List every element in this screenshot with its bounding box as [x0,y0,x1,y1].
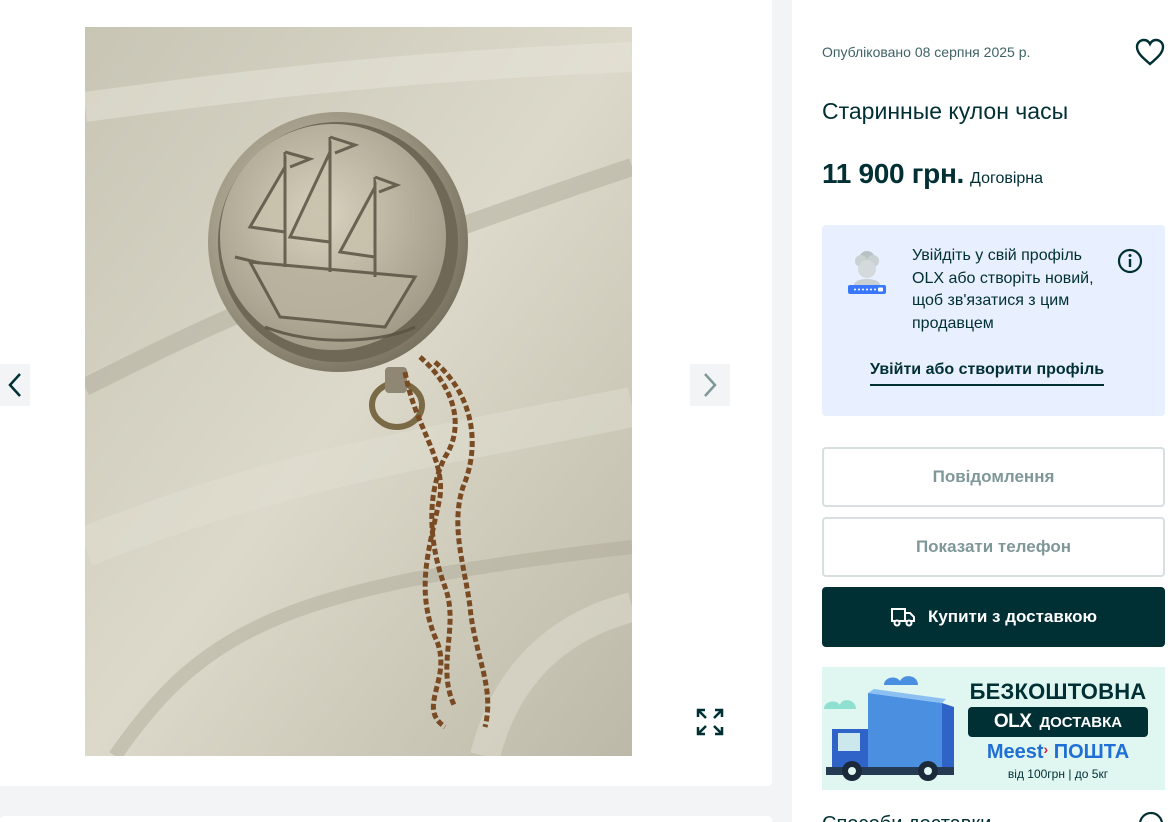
price-value: 11 900 грн. [822,158,965,189]
image-gallery [0,0,772,786]
next-section-card [0,816,772,822]
chevron-right-icon [704,373,717,397]
promo-partners: Meest› ПОШТА [986,741,1130,763]
favorite-button[interactable] [1134,36,1166,68]
promo-headline: БЕЗКОШТОВНА [969,679,1147,704]
buy-button-label: Купити з доставкою [927,607,1098,626]
post-logo: ПОШТА [1053,741,1130,763]
profile-illustration-icon [848,251,886,294]
truck-icon [890,608,915,627]
meest-logo: Meest [986,741,1044,763]
delivery-methods-header: Способи доставки [822,810,1165,822]
listing-title: Старинные кулон часы [822,98,1069,124]
info-icon [1117,248,1143,274]
buy-with-delivery-button[interactable]: Купити з доставкою [822,587,1165,647]
delivery-methods-title: Способи доставки [822,813,991,822]
price-block: 11 900 грн. Договірна [822,158,1043,190]
promo-delivery: ДОСТАВКА [1039,713,1123,731]
fullscreen-button[interactable] [690,702,730,742]
login-prompt-text: Увійдіть у свій профіль OLX або створіть… [912,247,1094,332]
promo-badge: OLX ДОСТАВКА [968,707,1148,737]
heart-icon [1135,38,1165,66]
delivery-info-button[interactable] [1137,810,1165,822]
pocket-watch-photo [85,27,632,756]
posted-date: Опубліковано 08 серпня 2025 р. [822,44,1031,60]
login-prompt: Увійдіть у свій профіль OLX або створіть… [822,225,1165,416]
prev-image-button[interactable] [0,364,30,406]
show-phone-button[interactable]: Показати телефон [822,517,1165,577]
olx-logo: OLX [993,711,1032,732]
login-info-button[interactable] [1116,247,1144,275]
price-negotiable: Договірна [970,170,1044,187]
next-image-button[interactable] [690,364,730,406]
listing-photo[interactable] [85,27,632,756]
message-button[interactable]: Повідомлення [822,447,1165,507]
login-link[interactable]: Увійти або створити профіль [870,361,1105,386]
free-delivery-banner[interactable]: БЕЗКОШТОВНА OLX ДОСТАВКА Meest› ПОШТА ві… [822,667,1165,790]
chevron-left-icon [8,373,21,397]
listing-sidebar: Опубліковано 08 серпня 2025 р. Старинные… [792,0,1172,822]
info-icon [1139,811,1163,822]
delivery-truck-illustration [824,676,954,781]
expand-icon [696,708,724,736]
promo-terms: від 100грн | до 5кг [1007,767,1109,781]
